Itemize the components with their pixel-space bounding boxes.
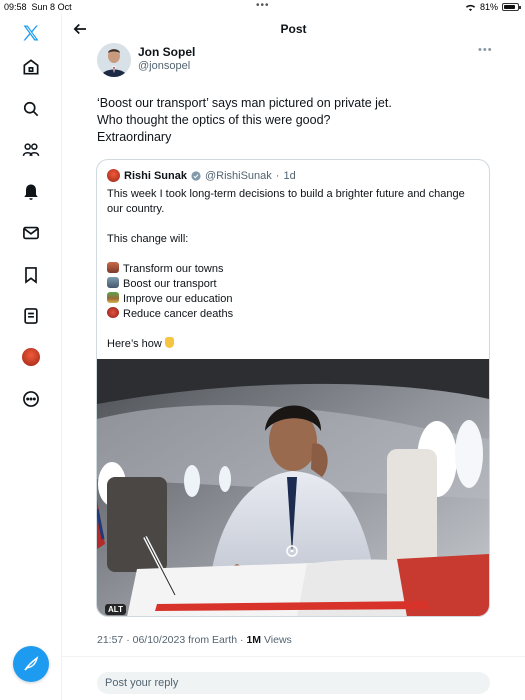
quoted-tweet-header: Rishi Sunak @RishiSunak · 1d <box>107 169 296 182</box>
divider <box>62 656 525 657</box>
views-label: Views <box>263 634 292 646</box>
lists-icon[interactable] <box>20 305 42 327</box>
bookmarks-icon[interactable] <box>20 264 42 286</box>
houses-emoji-icon <box>107 262 119 273</box>
ribbon-emoji-icon <box>107 307 119 318</box>
tweet-date: 06/10/2023 <box>132 634 186 646</box>
messages-icon[interactable] <box>20 222 42 244</box>
tweet-source: from Earth <box>188 634 238 646</box>
books-emoji-icon <box>107 292 119 303</box>
quote-line: This week I took long-term decisions to … <box>107 188 465 200</box>
pointing-down-emoji-icon <box>164 337 174 348</box>
tweet-meta: 21:57 · 06/10/2023 from Earth · 1M Views <box>97 634 292 646</box>
views-count[interactable]: 1M <box>246 634 261 646</box>
reply-input[interactable]: Post your reply <box>97 672 490 694</box>
compose-feather-icon <box>24 656 39 671</box>
home-icon[interactable] <box>20 56 42 78</box>
battery-icon <box>502 3 521 11</box>
author-handle[interactable]: @jonsopel <box>138 60 190 72</box>
author-name[interactable]: Jon Sopel <box>138 45 195 59</box>
verified-badge-icon <box>191 170 201 181</box>
quoted-tweet-age: 1d <box>283 169 296 182</box>
alt-text-badge[interactable]: ALT <box>105 604 126 615</box>
more-options-icon[interactable]: ••• <box>478 44 493 56</box>
quoted-tweet-text: This week I took long-term decisions to … <box>107 187 482 352</box>
quoted-author-name: Rishi Sunak <box>124 169 187 182</box>
status-bar: 09:58 Sun 8 Oct ••• 81% <box>0 0 525 14</box>
x-logo-icon[interactable] <box>20 22 42 44</box>
quoted-author-handle: @RishiSunak <box>204 169 272 182</box>
multitasking-dots-icon[interactable]: ••• <box>256 0 270 11</box>
notifications-bell-icon[interactable] <box>20 181 42 203</box>
status-time-date: 09:58 Sun 8 Oct <box>4 2 72 12</box>
more-icon[interactable] <box>20 388 42 410</box>
author-avatar[interactable] <box>97 43 131 77</box>
quote-line: This change will: <box>107 233 189 245</box>
tweet-line: Who thought the optics of this were good… <box>97 113 331 127</box>
quoted-author-avatar <box>107 169 120 182</box>
post-header: Post <box>62 14 525 44</box>
tweet-photo[interactable] <box>97 359 489 617</box>
train-emoji-icon <box>107 277 119 288</box>
battery-percent: 81% <box>479 2 498 12</box>
communities-icon[interactable] <box>20 139 42 161</box>
quote-line: Here’s how <box>107 337 482 352</box>
list-item: Reduce cancer deaths <box>107 307 482 322</box>
quoted-tweet[interactable]: Rishi Sunak @RishiSunak · 1d This week I… <box>96 159 490 617</box>
quote-line: our country. <box>107 203 165 215</box>
tweet-line: ‘Boost our transport’ says man pictured … <box>97 96 392 110</box>
list-item: Improve our education <box>107 292 482 307</box>
tweet-time: 21:57 <box>97 634 124 646</box>
profile-avatar[interactable] <box>20 346 42 368</box>
separator-dot: · <box>275 169 280 182</box>
list-item: Transform our towns <box>107 262 482 277</box>
page-title: Post <box>280 22 307 36</box>
list-item: Boost our transport <box>107 277 482 292</box>
search-icon[interactable] <box>20 98 42 120</box>
tweet-line: Extraordinary <box>97 130 172 144</box>
tweet-text: ‘Boost our transport’ says man pictured … <box>97 95 497 146</box>
sidebar <box>0 14 62 700</box>
wifi-icon <box>465 4 476 11</box>
compose-button[interactable] <box>13 646 49 682</box>
status-indicators: 81% <box>465 2 521 12</box>
